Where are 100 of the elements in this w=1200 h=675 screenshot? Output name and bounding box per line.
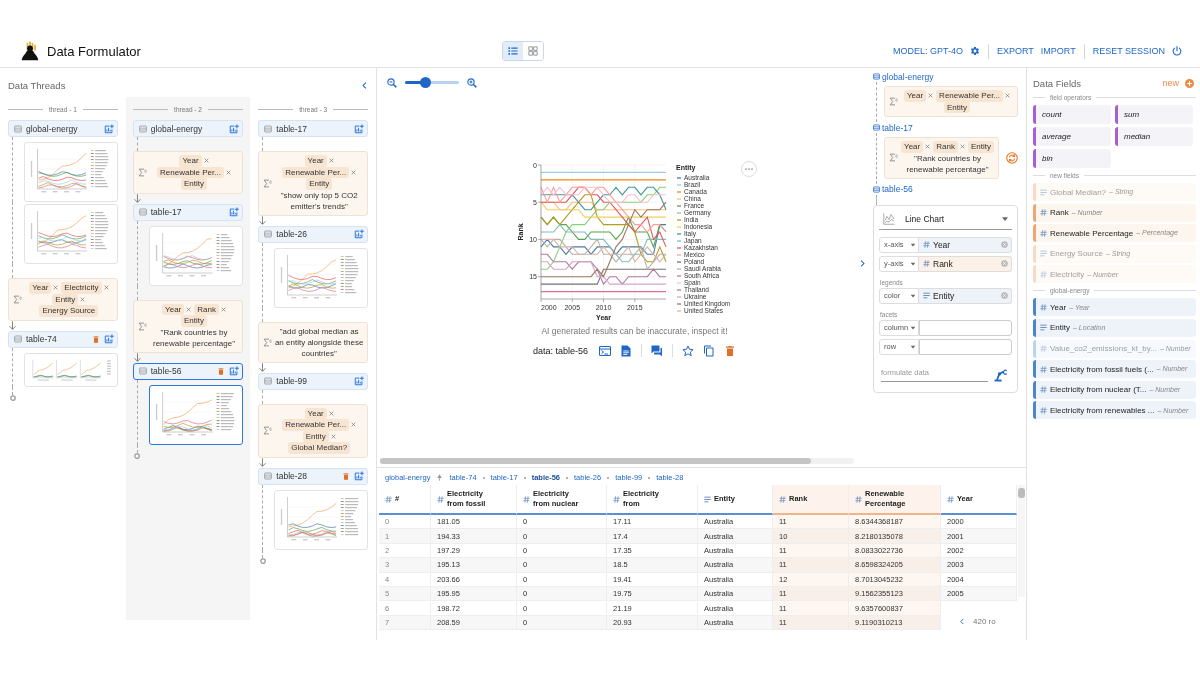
table-card[interactable]: table-26 [258,225,368,243]
copy-icon[interactable] [703,344,715,357]
chevron-right-icon[interactable] [858,258,866,268]
encoding-field[interactable]: Year [919,236,1012,253]
horizontal-scrollbar[interactable] [380,458,854,464]
zoom-out-icon[interactable] [387,77,397,88]
remove-icon[interactable] [351,422,357,428]
panel-title: Data Fields [1033,77,1082,89]
field-name: Electricity from fossil fuels (... [1050,364,1154,374]
robot-arm-icon[interactable] [994,368,1007,382]
legend-marker [675,310,682,312]
field-chip: Rank [933,141,958,153]
legend-marker [675,184,682,186]
remove-icon[interactable] [1005,93,1011,99]
remove-icon[interactable] [203,158,209,164]
legend-marker [675,233,682,235]
delete-icon[interactable] [217,366,226,376]
table-card[interactable]: table-99 [258,372,368,390]
delete-icon[interactable] [91,334,100,344]
remove-icon[interactable] [328,158,334,164]
star-icon[interactable] [682,344,694,357]
add-chart-icon[interactable] [229,207,240,217]
add-chart-icon[interactable] [229,366,240,376]
table-card[interactable]: global-energy [8,120,118,137]
power-icon[interactable] [1172,46,1182,56]
hash-icon [779,495,786,503]
hash-icon [947,495,954,503]
action-button[interactable]: EXPORT [996,46,1034,56]
add-chart-icon[interactable] [103,334,114,344]
add-chart-icon[interactable] [354,229,364,239]
up-arrow-icon[interactable] [436,474,444,481]
remove-icon[interactable] [186,306,192,312]
chart-type-select[interactable]: Line Chart [879,208,1012,230]
drop-field[interactable] [919,319,1012,336]
add-chart-icon[interactable] [354,471,364,481]
remove-icon[interactable] [80,296,86,302]
table-icon [873,124,880,131]
vertical-scrollbar[interactable] [1018,485,1025,597]
remove-icon[interactable] [959,144,965,150]
field-chip: Entity [52,293,79,305]
table-card[interactable]: table-17 [258,120,368,137]
field-name: Value_co2_emissions_kt_by... [1050,344,1157,354]
clear-icon[interactable] [1001,292,1008,299]
table-link[interactable]: table-17 [873,122,1018,133]
encoding-field[interactable]: Entity [919,287,1012,304]
table-link[interactable]: global-energy [873,71,1018,82]
sigma-icon [889,97,898,106]
clear-icon[interactable] [1001,260,1008,267]
table-card[interactable]: table-74 [8,330,118,348]
remove-icon[interactable] [103,285,109,291]
drop-field[interactable] [919,338,1012,355]
remove-icon[interactable] [330,433,336,439]
chevron-left-icon[interactable] [361,80,368,90]
table-card[interactable]: table-56 [132,362,244,380]
model-button[interactable]: MODEL: GPT-4O [892,46,963,56]
add-chart-icon[interactable] [103,123,114,134]
field-name: Energy Source [1050,249,1103,259]
add-chart-icon[interactable] [229,123,240,134]
slider-thumb[interactable] [420,77,431,88]
terminal-icon[interactable] [599,344,611,357]
action-button[interactable]: RESET SESSION [1092,46,1165,56]
hash-icon [923,241,930,248]
remove-icon[interactable] [925,144,931,150]
remove-icon[interactable] [928,93,934,99]
add-chart-icon[interactable] [354,376,364,386]
table-icon [138,367,147,375]
operator-item[interactable]: count [1033,105,1111,124]
down-arrow-icon [258,216,268,225]
refresh-icon[interactable] [1006,151,1018,164]
table-card[interactable]: table-28 [258,467,368,485]
legend-marker [675,205,682,207]
table-card[interactable]: table-17 [132,203,244,221]
chevron-left-icon[interactable] [959,616,965,626]
list-view-button[interactable] [503,42,523,60]
prompt-text: "Rank countries by renewable percentage" [905,152,990,175]
clear-icon[interactable] [1001,241,1008,248]
chat-icon[interactable] [651,344,663,357]
zoom-slider[interactable] [405,77,459,88]
add-chart-icon[interactable] [354,123,364,134]
delete-icon[interactable] [342,471,350,481]
action-button[interactable]: IMPORT [1040,46,1076,56]
document-icon[interactable] [620,344,632,357]
table-link[interactable]: table-56 [873,183,1018,195]
remove-icon[interactable] [220,306,226,312]
hash-icon [1040,386,1047,394]
table-card[interactable]: global-energy [132,120,244,137]
settings-icon[interactable] [969,46,980,56]
encoding-field[interactable]: Rank [919,255,1012,272]
delete-icon[interactable] [724,344,736,357]
field-chip: Year [901,141,924,153]
legend-marker [675,282,682,284]
operator-item[interactable]: bin [1033,149,1111,168]
remove-icon[interactable] [225,169,231,175]
remove-icon[interactable] [53,285,59,291]
remove-icon[interactable] [351,169,357,175]
operator-item[interactable]: average [1033,127,1111,146]
remove-icon[interactable] [328,410,334,416]
operator-item[interactable]: sum [1115,105,1193,124]
operator-item[interactable]: median [1115,127,1193,146]
zoom-in-icon[interactable] [467,77,477,88]
